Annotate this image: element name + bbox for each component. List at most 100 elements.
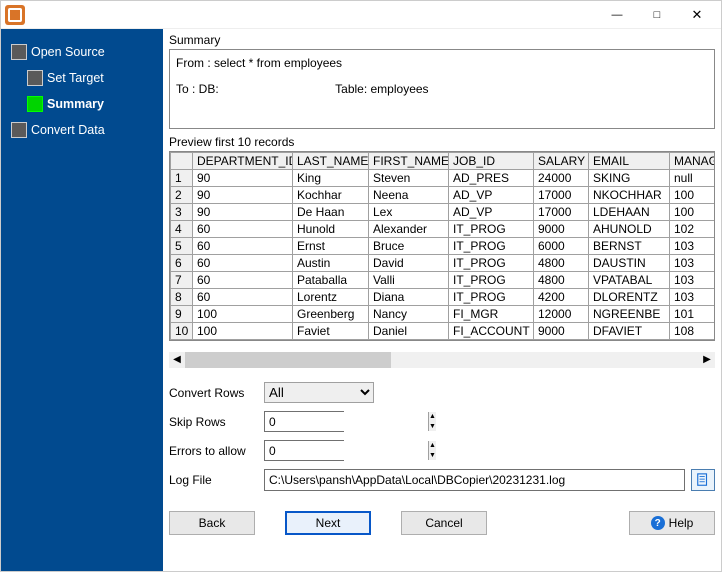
nav-summary[interactable]: Summary (1, 91, 163, 117)
errors-field[interactable] (265, 441, 428, 460)
node-icon (11, 122, 27, 138)
column-header[interactable]: EMAIL (589, 153, 670, 170)
cell: Pataballa (293, 272, 369, 289)
app-icon (5, 5, 25, 25)
help-button[interactable]: ? Help (629, 511, 715, 535)
row-number: 1 (171, 170, 193, 187)
browse-log-button[interactable] (691, 469, 715, 491)
cell: 24000 (534, 170, 589, 187)
cell: 6000 (534, 238, 589, 255)
cell: 101 (670, 306, 716, 323)
cell: FI_ACCOUNT (449, 323, 534, 340)
next-button[interactable]: Next (285, 511, 371, 535)
preview-table: DEPARTMENT_IDLAST_NAMEFIRST_NAMEJOB_IDSA… (170, 152, 715, 340)
cell: Neena (369, 187, 449, 204)
cell: 17000 (534, 204, 589, 221)
table-row[interactable]: 290KochharNeenaAD_VP17000NKOCHHAR100 (171, 187, 716, 204)
summary-to-db: To : DB: (176, 82, 219, 96)
cell: NKOCHHAR (589, 187, 670, 204)
table-row[interactable]: 390De HaanLexAD_VP17000LDEHAAN100 (171, 204, 716, 221)
skip-rows-label: Skip Rows (169, 415, 264, 429)
scroll-thumb[interactable] (185, 352, 391, 368)
table-row[interactable]: 660AustinDavidIT_PROG4800DAUSTIN103 (171, 255, 716, 272)
back-button[interactable]: Back (169, 511, 255, 535)
scroll-track[interactable] (185, 352, 699, 368)
cell: Nancy (369, 306, 449, 323)
cancel-button[interactable]: Cancel (401, 511, 487, 535)
cell: King (293, 170, 369, 187)
row-number: 7 (171, 272, 193, 289)
summary-from: From : select * from employees (176, 54, 708, 72)
cell: Steven (369, 170, 449, 187)
column-header[interactable]: JOB_ID (449, 153, 534, 170)
cell: DLORENTZ (589, 289, 670, 306)
cell: Valli (369, 272, 449, 289)
titlebar (1, 1, 721, 29)
window-minimize-button[interactable] (597, 1, 637, 29)
wizard-sidebar: Open Source Set Target Summary Convert D… (1, 29, 163, 571)
cell: IT_PROG (449, 221, 534, 238)
table-row[interactable]: 10100FavietDanielFI_ACCOUNT9000DFAVIET10… (171, 323, 716, 340)
row-number: 8 (171, 289, 193, 306)
cell: 60 (193, 238, 293, 255)
spin-down-icon[interactable]: ▼ (429, 451, 436, 461)
nav-set-target[interactable]: Set Target (1, 65, 163, 91)
skip-rows-input[interactable]: ▲▼ (264, 411, 344, 432)
row-number: 10 (171, 323, 193, 340)
spin-down-icon[interactable]: ▼ (429, 422, 436, 432)
horizontal-scrollbar[interactable]: ◀ ▶ (169, 351, 715, 368)
convert-rows-select[interactable]: All (264, 382, 374, 403)
cell: LDEHAAN (589, 204, 670, 221)
column-header[interactable]: DEPARTMENT_ID (193, 153, 293, 170)
cell: 100 (193, 306, 293, 323)
cell: BERNST (589, 238, 670, 255)
log-file-input[interactable] (264, 469, 685, 491)
cell: David (369, 255, 449, 272)
spin-up-icon[interactable]: ▲ (429, 412, 436, 422)
cell: Diana (369, 289, 449, 306)
spin-up-icon[interactable]: ▲ (429, 441, 436, 451)
cell: 90 (193, 204, 293, 221)
summary-heading: Summary (169, 33, 715, 47)
column-header[interactable]: LAST_NAME (293, 153, 369, 170)
window-maximize-button[interactable] (637, 1, 677, 29)
cell: 100 (670, 204, 716, 221)
column-header[interactable]: SALARY (534, 153, 589, 170)
summary-to-table: Table: employees (335, 82, 428, 96)
table-row[interactable]: 760PataballaValliIT_PROG4800VPATABAL103 (171, 272, 716, 289)
cell: 103 (670, 272, 716, 289)
scroll-left-icon[interactable]: ◀ (169, 352, 185, 368)
window-close-button[interactable] (677, 1, 717, 29)
nav-label: Set Target (47, 71, 104, 85)
row-number: 6 (171, 255, 193, 272)
errors-input[interactable]: ▲▼ (264, 440, 344, 461)
column-header[interactable]: FIRST_NAME (369, 153, 449, 170)
cell: Lex (369, 204, 449, 221)
cell: VPATABAL (589, 272, 670, 289)
table-row[interactable]: 860LorentzDianaIT_PROG4200DLORENTZ103 (171, 289, 716, 306)
cell: 103 (670, 238, 716, 255)
nav-open-source[interactable]: Open Source (1, 39, 163, 65)
cell: AD_PRES (449, 170, 534, 187)
nav-convert-data[interactable]: Convert Data (1, 117, 163, 143)
row-number: 2 (171, 187, 193, 204)
table-row[interactable]: 9100GreenbergNancyFI_MGR12000NGREENBE101 (171, 306, 716, 323)
cell: DAUSTIN (589, 255, 670, 272)
cell: Hunold (293, 221, 369, 238)
cell: NGREENBE (589, 306, 670, 323)
help-icon: ? (651, 516, 665, 530)
table-row[interactable]: 560ErnstBruceIT_PROG6000BERNST103 (171, 238, 716, 255)
cell: Bruce (369, 238, 449, 255)
convert-rows-label: Convert Rows (169, 386, 264, 400)
scroll-right-icon[interactable]: ▶ (699, 352, 715, 368)
node-icon (11, 44, 27, 60)
table-row[interactable]: 190KingStevenAD_PRES24000SKINGnull (171, 170, 716, 187)
cell: 90 (193, 187, 293, 204)
table-row[interactable]: 460HunoldAlexanderIT_PROG9000AHUNOLD102 (171, 221, 716, 238)
cell: 4800 (534, 255, 589, 272)
cell: Greenberg (293, 306, 369, 323)
summary-box: From : select * from employees To : DB: … (169, 49, 715, 129)
skip-rows-field[interactable] (265, 412, 428, 431)
cell: 103 (670, 289, 716, 306)
column-header[interactable]: MANAG (670, 153, 716, 170)
